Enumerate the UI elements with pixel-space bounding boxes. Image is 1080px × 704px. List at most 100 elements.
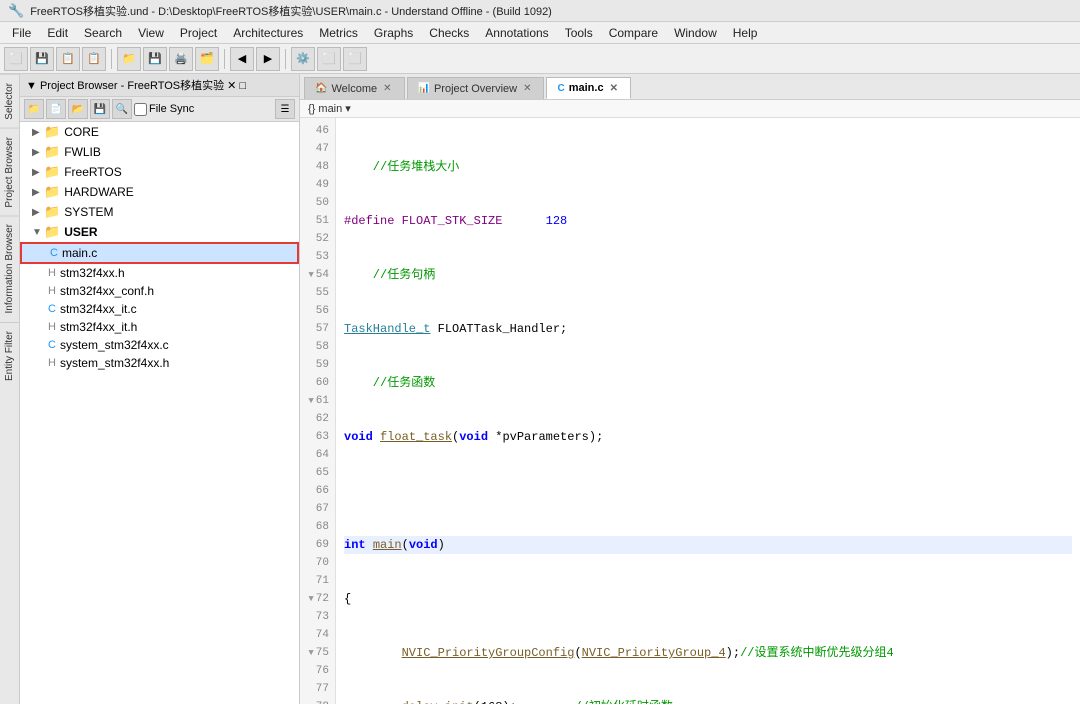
ln-54: ▼54: [300, 266, 335, 284]
pb-title: ▼ Project Browser - FreeRTOS移植实验 ✕ □: [26, 77, 246, 93]
toolbar-layout2[interactable]: ⬜: [343, 47, 367, 71]
menu-item-view[interactable]: View: [130, 24, 172, 42]
ln-60: 60: [300, 374, 335, 392]
folder-icon-hardware: 📁: [44, 184, 60, 200]
menu-item-window[interactable]: Window: [666, 24, 725, 42]
ln-62: 62: [300, 410, 335, 428]
tab-welcome[interactable]: 🏠 Welcome ✕: [304, 77, 405, 99]
toolbar-forward[interactable]: ▶: [256, 47, 280, 71]
tree-item-stm32f4xx-h[interactable]: H stm32f4xx.h: [20, 264, 299, 282]
toolbar-copy[interactable]: 📋: [56, 47, 80, 71]
tree-label-stm32f4xx-it-h: stm32f4xx_it.h: [60, 320, 137, 334]
toolbar-folder[interactable]: 🗂️: [195, 47, 219, 71]
file-icon-stm32f4xx-conf-h: H: [48, 285, 56, 297]
code-editor[interactable]: 46 47 48 49 50 51 52 53 ▼54 55 56 57 58 …: [300, 118, 1080, 704]
tree-item-core[interactable]: ▶ 📁 CORE: [20, 122, 299, 142]
tree-label-fwlib: FWLIB: [64, 145, 101, 159]
toolbar-print[interactable]: 🖨️: [169, 47, 193, 71]
tree-label-stm32f4xx-conf-h: stm32f4xx_conf.h: [60, 284, 154, 298]
menu-item-metrics[interactable]: Metrics: [311, 24, 366, 42]
code-content[interactable]: //任务堆栈大小 #define FLOAT_STK_SIZE 128 //任务…: [336, 118, 1080, 704]
pb-search[interactable]: 🔍: [112, 99, 132, 119]
tree-item-stm32f4xx-it-c[interactable]: C stm32f4xx_it.c: [20, 300, 299, 318]
folder-icon-fwlib: 📁: [44, 144, 60, 160]
welcome-icon: 🏠: [315, 83, 327, 94]
editor-area: 🏠 Welcome ✕ 📊 Project Overview ✕ C main.…: [300, 74, 1080, 704]
code-line-52: [344, 482, 1072, 500]
tree-item-hardware[interactable]: ▶ 📁 HARDWARE: [20, 182, 299, 202]
tree-item-stm32f4xx-it-h[interactable]: H stm32f4xx_it.h: [20, 318, 299, 336]
tree-item-stm32f4xx-conf-h[interactable]: H stm32f4xx_conf.h: [20, 282, 299, 300]
tab-main-c-label: main.c: [569, 82, 604, 94]
menu-item-architectures[interactable]: Architectures: [225, 24, 311, 42]
menu-item-annotations[interactable]: Annotations: [477, 24, 556, 42]
ln-71: 71: [300, 572, 335, 590]
tree-item-user[interactable]: ▼ 📁 USER: [20, 222, 299, 242]
pb-new-file[interactable]: 📄: [46, 99, 66, 119]
code-line-51: void float_task(void *pvParameters);: [344, 428, 1072, 446]
sidebar-item-information-browser[interactable]: Information Browser: [0, 215, 19, 321]
sidebar-item-entity-filter[interactable]: Entity Filter: [0, 322, 19, 389]
toolbar-sep2: [224, 49, 225, 69]
tab-main-c-close[interactable]: ✕: [608, 83, 620, 94]
menu-item-help[interactable]: Help: [725, 24, 766, 42]
tree-item-system-stm32f4xx-c[interactable]: C system_stm32f4xx.c: [20, 336, 299, 354]
expand-icon-hardware: ▶: [32, 187, 42, 198]
toolbar-paste[interactable]: 📋: [82, 47, 106, 71]
sidebar-item-project-browser[interactable]: Project Browser: [0, 128, 19, 216]
tab-project-overview[interactable]: 📊 Project Overview ✕: [407, 77, 545, 99]
ln-55: 55: [300, 284, 335, 302]
ln-75: ▼75: [300, 644, 335, 662]
ln-47: 47: [300, 140, 335, 158]
tree-item-system[interactable]: ▶ 📁 SYSTEM: [20, 202, 299, 222]
sidebar-item-selector[interactable]: Selector: [0, 74, 19, 128]
pb-menu[interactable]: ☰: [275, 99, 295, 119]
titlebar: 🔧 FreeRTOS移植实验.und - D:\Desktop\FreeRTOS…: [0, 0, 1080, 22]
ln-69: 69: [300, 536, 335, 554]
toolbar-settings[interactable]: ⚙️: [291, 47, 315, 71]
project-browser-toolbar: 📁 📄 📂 💾 🔍 File Sync ☰: [20, 97, 299, 122]
pb-save[interactable]: 💾: [90, 99, 110, 119]
code-line-54: {: [344, 590, 1072, 608]
menu-item-search[interactable]: Search: [76, 24, 130, 42]
menu-item-graphs[interactable]: Graphs: [366, 24, 421, 42]
toolbar-save[interactable]: 💾: [30, 47, 54, 71]
toolbar-save2[interactable]: 💾: [143, 47, 167, 71]
toolbar-sep3: [285, 49, 286, 69]
toolbar-new[interactable]: ⬜: [4, 47, 28, 71]
menu-item-checks[interactable]: Checks: [421, 24, 477, 42]
toolbar-open[interactable]: 📁: [117, 47, 141, 71]
ln-66: 66: [300, 482, 335, 500]
tab-project-overview-close[interactable]: ✕: [521, 83, 533, 94]
pb-open[interactable]: 📂: [68, 99, 88, 119]
toolbar-sep1: [111, 49, 112, 69]
menu-item-edit[interactable]: Edit: [39, 24, 76, 42]
file-icon-main-c: C: [50, 247, 58, 259]
pb-filesync-checkbox[interactable]: [134, 103, 147, 116]
tree-item-fwlib[interactable]: ▶ 📁 FWLIB: [20, 142, 299, 162]
menu-item-compare[interactable]: Compare: [601, 24, 666, 42]
menu-item-tools[interactable]: Tools: [557, 24, 601, 42]
ln-77: 77: [300, 680, 335, 698]
tree-item-main-c[interactable]: C main.c: [20, 242, 299, 264]
tab-main-c[interactable]: C main.c ✕: [546, 77, 630, 99]
menubar: FileEditSearchViewProjectArchitecturesMe…: [0, 22, 1080, 44]
tree-label-system: SYSTEM: [64, 205, 113, 219]
toolbar-back[interactable]: ◀: [230, 47, 254, 71]
tree-label-stm32f4xx-it-c: stm32f4xx_it.c: [60, 302, 137, 316]
toolbar-layout1[interactable]: ⬜: [317, 47, 341, 71]
menu-item-file[interactable]: File: [4, 24, 39, 42]
code-line-49: TaskHandle_t FLOATTask_Handler;: [344, 320, 1072, 338]
tree-label-hardware: HARDWARE: [64, 185, 134, 199]
ln-70: 70: [300, 554, 335, 572]
tree-item-system-stm32f4xx-h[interactable]: H system_stm32f4xx.h: [20, 354, 299, 372]
menu-item-project[interactable]: Project: [172, 24, 225, 42]
expand-icon-user: ▼: [32, 227, 42, 238]
ln-76: 76: [300, 662, 335, 680]
file-icon-stm32f4xx-it-c: C: [48, 303, 56, 315]
tab-welcome-close[interactable]: ✕: [381, 83, 393, 94]
folder-icon-system: 📁: [44, 204, 60, 220]
pb-new-folder[interactable]: 📁: [24, 99, 44, 119]
tree-item-freertos[interactable]: ▶ 📁 FreeRTOS: [20, 162, 299, 182]
tree-label-user: USER: [64, 225, 97, 239]
